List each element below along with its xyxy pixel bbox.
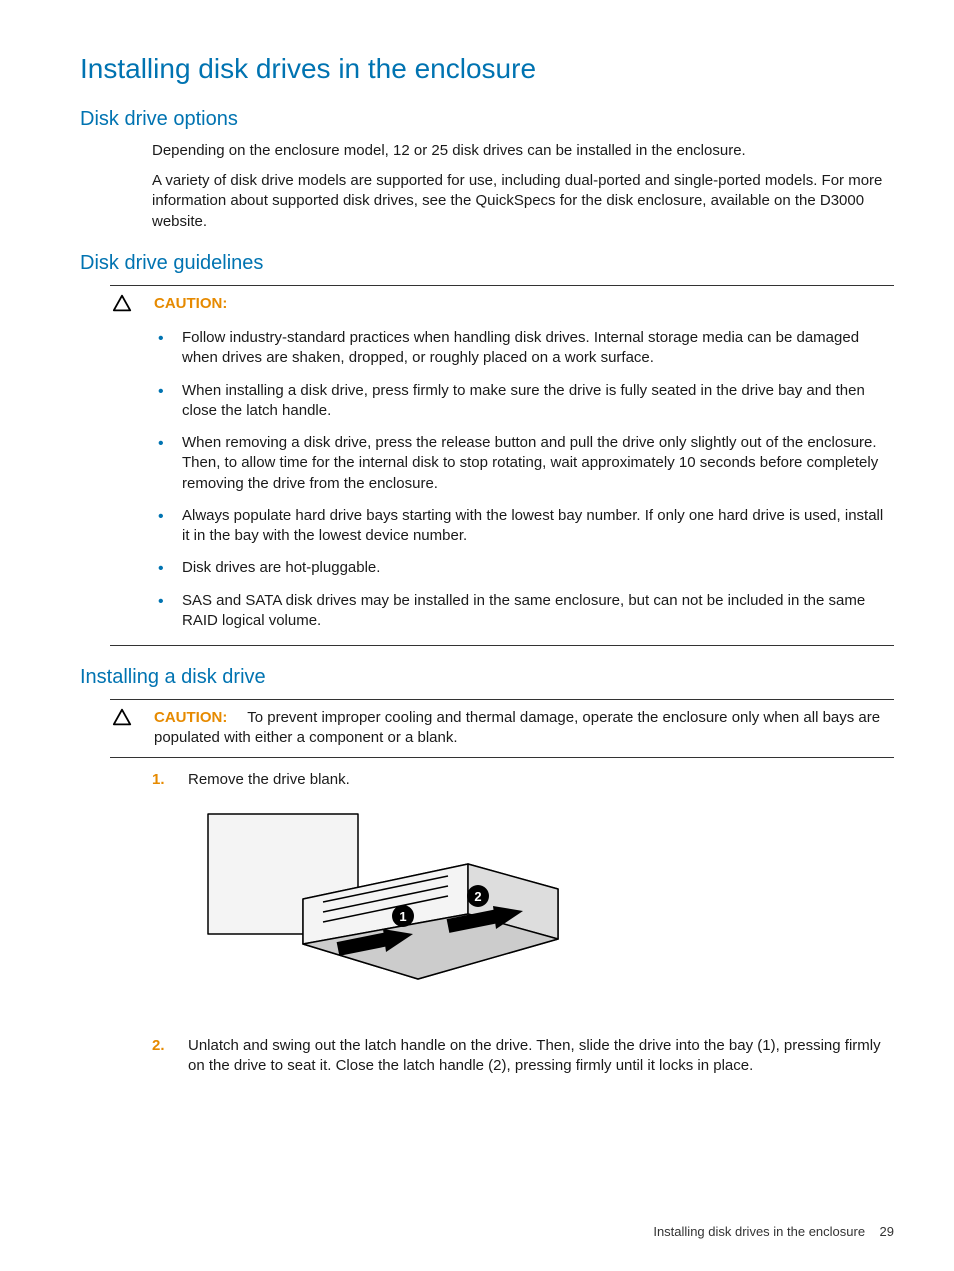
- body-paragraph: A variety of disk drive models are suppo…: [152, 171, 894, 232]
- list-item: Always populate hard drive bays starting…: [152, 500, 894, 553]
- section-heading-options: Disk drive options: [80, 106, 894, 133]
- section-heading-installing: Installing a disk drive: [80, 664, 894, 691]
- footer-text: Installing disk drives in the enclosure: [653, 1224, 865, 1239]
- svg-text:2: 2: [474, 889, 481, 904]
- step-item: Unlatch and swing out the latch handle o…: [152, 1032, 894, 1089]
- step-list: Remove the drive blank.: [152, 766, 894, 1089]
- body-paragraph: Depending on the enclosure model, 12 or …: [152, 141, 894, 161]
- list-item: When removing a disk drive, press the re…: [152, 427, 894, 500]
- caution-text: To prevent improper cooling and thermal …: [154, 709, 880, 746]
- drive-blank-figure: 1 2: [188, 804, 894, 1010]
- caution-triangle-icon: [110, 708, 154, 732]
- list-item: Disk drives are hot-pluggable.: [152, 552, 894, 584]
- list-item: Follow industry-standard practices when …: [152, 322, 894, 375]
- page-number: 29: [880, 1224, 894, 1239]
- caution-label: CAUTION:: [154, 295, 227, 312]
- list-item: When installing a disk drive, press firm…: [152, 375, 894, 428]
- caution-triangle-icon: [110, 294, 154, 318]
- caution-list: Follow industry-standard practices when …: [152, 322, 894, 637]
- step-item: Remove the drive blank.: [152, 766, 894, 1033]
- caution-label: CAUTION:: [154, 709, 227, 726]
- caution-block: CAUTION: To prevent improper cooling and…: [110, 699, 894, 758]
- caution-block: CAUTION: Follow industry-standard practi…: [110, 285, 894, 646]
- step-text: Unlatch and swing out the latch handle o…: [188, 1037, 881, 1074]
- list-item: SAS and SATA disk drives may be installe…: [152, 585, 894, 638]
- step-text: Remove the drive blank.: [188, 771, 350, 788]
- svg-text:1: 1: [399, 909, 406, 924]
- page-title: Installing disk drives in the enclosure: [80, 50, 894, 88]
- page-footer: Installing disk drives in the enclosure …: [653, 1223, 894, 1241]
- section-heading-guidelines: Disk drive guidelines: [80, 250, 894, 277]
